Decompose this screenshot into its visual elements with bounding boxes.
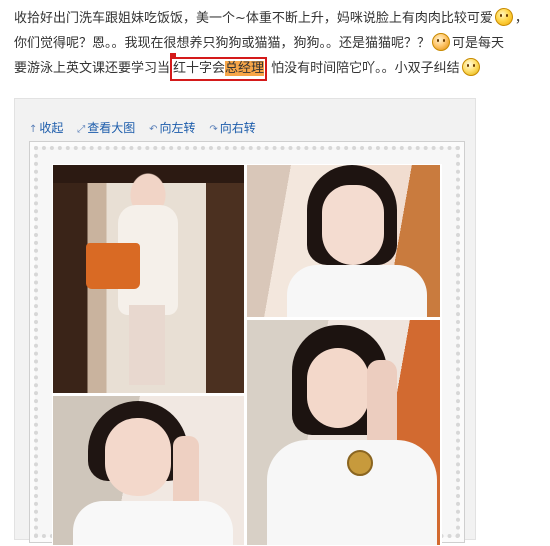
- photo-frame: [29, 141, 465, 546]
- rotate-left-icon: ↶: [149, 124, 158, 135]
- view-large-button[interactable]: ⤢ 查看大图: [77, 119, 135, 136]
- photo-collage[interactable]: [52, 164, 442, 546]
- photo-portrait-2: [52, 395, 245, 546]
- rotate-left-button[interactable]: ↶ 向左转: [149, 119, 195, 136]
- magnify-icon: ⤢: [77, 124, 86, 135]
- media-toolbar: ↑ 收起 ⤢ 查看大图 ↶ 向左转 ↷ 向右转: [29, 119, 266, 135]
- face: [307, 348, 369, 428]
- orange-handbag: [86, 243, 140, 289]
- post-line-1: 收拾好出门洗车跟姐妹吃饭饭，美一个~体重不断上升，妈咪说脸上有肉肉比较可爱 ，: [14, 6, 550, 31]
- collapse-label: 收起: [39, 121, 64, 135]
- rotate-right-icon: ↷: [209, 124, 218, 135]
- sad-emoji-icon: [432, 33, 451, 51]
- rotate-right-button[interactable]: ↷ 向右转: [209, 119, 255, 136]
- face: [322, 185, 384, 265]
- highlighted-text: 总经理: [225, 61, 265, 76]
- post-text-segment: 收拾好出门洗车跟姐妹吃饭饭，美一个~体重不断上升，妈咪说脸上有肉肉比较可爱: [14, 11, 493, 26]
- figure-legs: [129, 305, 165, 385]
- view-large-label: 查看大图: [87, 121, 136, 135]
- post-text-segment: 你们觉得呢？恩。。我现在很想养只狗狗或猫猫，狗狗。。还是猫猫呢？？: [14, 36, 431, 51]
- post-text-segment: 怕没有时间陪它吖。。小双子纠结: [267, 61, 460, 76]
- post-text-segment: 可是每天: [452, 36, 505, 51]
- face: [105, 418, 171, 496]
- post-line-2: 你们觉得呢？恩。。我现在很想养只狗狗或猫猫，狗狗。。还是猫猫呢？？ 可是每天: [14, 31, 550, 56]
- post-text-segment: ，: [514, 11, 528, 26]
- photo-portrait-1: [246, 164, 441, 318]
- post-text: 收拾好出门洗车跟姐妹吃饭饭，美一个~体重不断上升，妈咪说脸上有肉肉比较可爱 ， 你…: [14, 6, 550, 81]
- collapse-button[interactable]: ↑ 收起: [29, 119, 63, 136]
- highlight-marker: [170, 53, 177, 58]
- photo-portrait-3: [246, 319, 441, 546]
- post-text-segment: 红十字会: [173, 61, 226, 76]
- post-text-segment: 要游泳上英文课还要学习当: [14, 61, 171, 76]
- puzzled-emoji-icon: [461, 58, 480, 76]
- post-line-3: 要游泳上英文课还要学习当 红十字会总经理 怕没有时间陪它吖。。小双子纠结: [14, 53, 550, 81]
- rotate-right-label: 向右转: [219, 121, 256, 135]
- wristwatch: [347, 450, 373, 476]
- media-box: ↑ 收起 ⤢ 查看大图 ↶ 向左转 ↷ 向右转: [14, 98, 476, 546]
- rotate-left-label: 向左转: [159, 121, 196, 135]
- highlight-box: 红十字会总经理: [170, 53, 268, 81]
- smile-emoji-icon: [494, 8, 513, 26]
- white-top: [73, 501, 233, 545]
- photo-mirror-selfie: [52, 164, 245, 394]
- white-top: [287, 265, 427, 317]
- collapse-icon: ↑: [29, 124, 38, 135]
